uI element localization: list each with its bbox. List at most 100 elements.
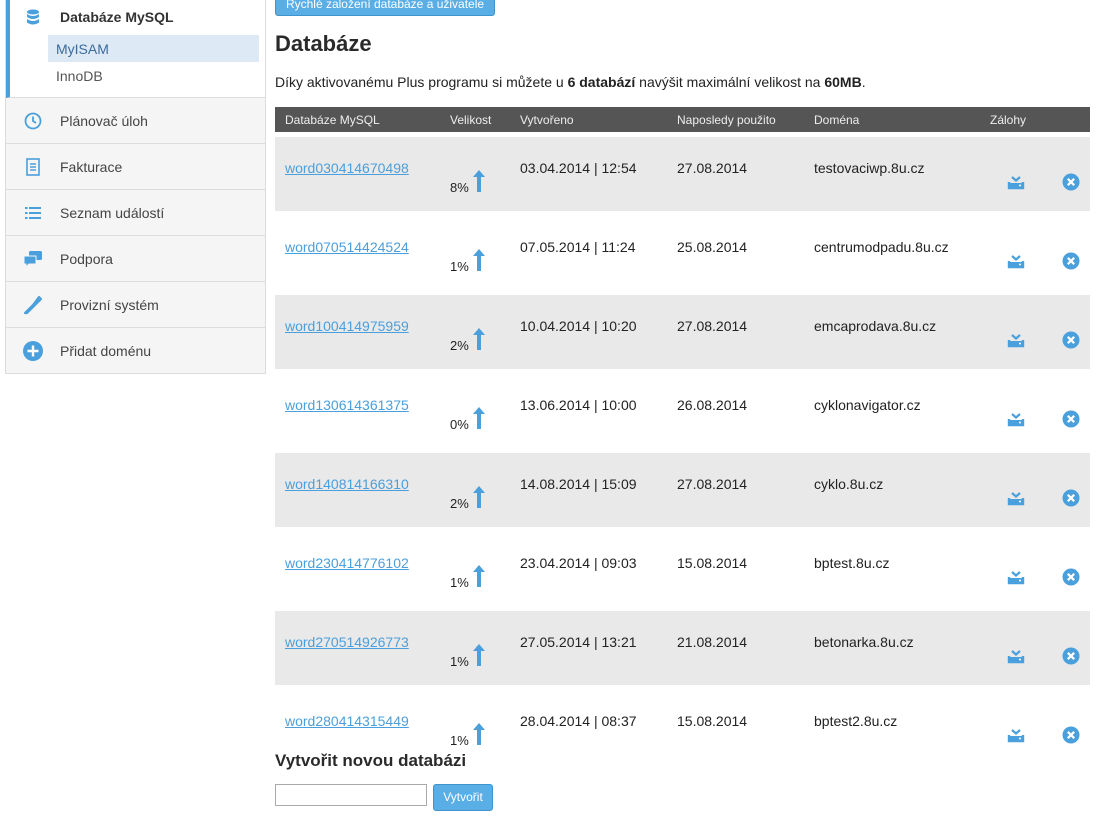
sidebar-item-events[interactable]: Seznam událostí	[6, 190, 265, 236]
database-link[interactable]: word140814166310	[285, 476, 409, 492]
sidebar-subitem-innodb[interactable]: InnoDB	[48, 62, 259, 89]
column-header-size: Velikost	[440, 107, 510, 132]
created-value: 14.08.2014 | 15:09	[520, 476, 637, 492]
new-database-name-input[interactable]	[275, 784, 427, 806]
sidebar-item-label: Přidat doménu	[60, 342, 152, 359]
column-header-backups: Zálohy	[980, 107, 1042, 132]
sidebar-item-add-domain[interactable]: Přidat doménu	[6, 328, 265, 373]
backup-icon[interactable]	[990, 411, 1042, 427]
database-link[interactable]: word030414670498	[285, 160, 409, 176]
delete-icon[interactable]	[1052, 647, 1090, 665]
sidebar-item-planner[interactable]: Plánovač úloh	[6, 98, 265, 144]
database-link[interactable]: word070514424524	[285, 239, 409, 255]
backup-icon[interactable]	[990, 253, 1042, 269]
delete-icon[interactable]	[1052, 331, 1090, 349]
cell-delete	[1042, 690, 1090, 764]
sidebar-item-mysql[interactable]: Databáze MySQL	[10, 0, 265, 35]
cell-delete	[1042, 611, 1090, 685]
sidebar-item-affiliate[interactable]: Provizní systém	[6, 282, 265, 328]
table-row: word100414975959 2% 10.04.2014 | 10:20 27.0…	[275, 295, 1090, 369]
increase-size-icon[interactable]	[472, 406, 485, 432]
database-link[interactable]: word100414975959	[285, 318, 409, 334]
sidebar-subitem-myisam[interactable]: MyISAM	[48, 35, 259, 62]
chat-icon	[22, 250, 44, 268]
sidebar-item-label: Provizní systém	[60, 296, 159, 313]
cell-delete	[1042, 374, 1090, 448]
sidebar-item-support[interactable]: Podpora	[6, 236, 265, 282]
new-database-title: Vytvořit novou databázi	[275, 751, 467, 770]
cell-size: 1%	[440, 611, 510, 685]
cell-delete	[1042, 137, 1090, 211]
create-database-button[interactable]: Vytvořit	[433, 784, 493, 811]
cell-last-used: 27.08.2014	[667, 295, 804, 369]
size-value: 2%	[450, 495, 469, 511]
column-header-created: Vytvořeno	[510, 107, 667, 132]
quick-create-button[interactable]: Rychlé založení databáze a uživatele	[275, 0, 495, 16]
sidebar-item-label: Seznam událostí	[60, 204, 165, 221]
delete-icon[interactable]	[1052, 568, 1090, 586]
cell-domain: emcaprodava.8u.cz	[804, 295, 980, 369]
cell-last-used: 15.08.2014	[667, 690, 804, 764]
backup-icon[interactable]	[990, 332, 1042, 348]
cell-domain: betonarka.8u.cz	[804, 611, 980, 685]
increase-size-icon[interactable]	[472, 722, 485, 748]
cell-delete	[1042, 532, 1090, 606]
cell-domain: cyklo.8u.cz	[804, 453, 980, 527]
created-value: 10.04.2014 | 10:20	[520, 318, 637, 334]
cell-last-used: 21.08.2014	[667, 611, 804, 685]
backup-icon[interactable]	[990, 174, 1042, 190]
cell-size: 2%	[440, 295, 510, 369]
backup-icon[interactable]	[990, 648, 1042, 664]
database-link[interactable]: word280414315449	[285, 713, 409, 729]
cell-size: 1%	[440, 532, 510, 606]
created-value: 13.06.2014 | 10:00	[520, 397, 637, 413]
cell-last-used: 25.08.2014	[667, 216, 804, 290]
cell-size: 0%	[440, 374, 510, 448]
cell-delete	[1042, 295, 1090, 369]
delete-icon[interactable]	[1052, 410, 1090, 428]
delete-icon[interactable]	[1052, 726, 1090, 744]
created-value: 03.04.2014 | 12:54	[520, 160, 637, 176]
delete-icon[interactable]	[1052, 489, 1090, 507]
increase-size-icon[interactable]	[472, 327, 485, 353]
cell-created: 03.04.2014 | 12:54	[510, 137, 667, 211]
sidebar-item-billing[interactable]: Fakturace	[6, 144, 265, 190]
cell-delete	[1042, 453, 1090, 527]
increase-size-icon[interactable]	[472, 248, 485, 274]
increase-size-icon[interactable]	[472, 564, 485, 590]
cell-last-used: 26.08.2014	[667, 374, 804, 448]
cell-domain: centrumodpadu.8u.cz	[804, 216, 980, 290]
size-value: 8%	[450, 179, 469, 195]
cell-domain: bptest.8u.cz	[804, 532, 980, 606]
cell-name: word030414670498	[275, 137, 440, 211]
domain-value: cyklonavigator.cz	[814, 397, 921, 413]
cell-domain: bptest2.8u.cz	[804, 690, 980, 764]
created-value: 07.05.2014 | 11:24	[520, 239, 636, 255]
database-link[interactable]: word130614361375	[285, 397, 409, 413]
created-value: 27.05.2014 | 13:21	[520, 634, 637, 650]
delete-icon[interactable]	[1052, 173, 1090, 191]
backup-icon[interactable]	[990, 490, 1042, 506]
increase-size-icon[interactable]	[472, 485, 485, 511]
backup-icon[interactable]	[990, 727, 1042, 743]
invoice-icon	[22, 157, 44, 176]
sidebar-item-label: Plánovač úloh	[60, 112, 148, 129]
cell-name: word100414975959	[275, 295, 440, 369]
database-link[interactable]: word230414776102	[285, 555, 409, 571]
cell-backup	[980, 611, 1042, 685]
size-value: 2%	[450, 337, 469, 353]
backup-icon[interactable]	[990, 569, 1042, 585]
table-header-row: Databáze MySQL Velikost Vytvořeno Naposl…	[275, 107, 1090, 132]
database-table: Databáze MySQL Velikost Vytvořeno Naposl…	[275, 107, 1090, 764]
delete-icon[interactable]	[1052, 252, 1090, 270]
increase-size-icon[interactable]	[472, 643, 485, 669]
last-used-value: 15.08.2014	[677, 713, 748, 729]
cell-created: 10.04.2014 | 10:20	[510, 295, 667, 369]
size-value: 1%	[450, 574, 469, 590]
last-used-value: 25.08.2014	[677, 239, 748, 255]
increase-size-icon[interactable]	[472, 169, 485, 195]
last-used-value: 27.08.2014	[677, 476, 748, 492]
domain-value: centrumodpadu.8u.cz	[814, 239, 949, 255]
domain-value: bptest.8u.cz	[814, 555, 890, 571]
database-link[interactable]: word270514926773	[285, 634, 409, 650]
